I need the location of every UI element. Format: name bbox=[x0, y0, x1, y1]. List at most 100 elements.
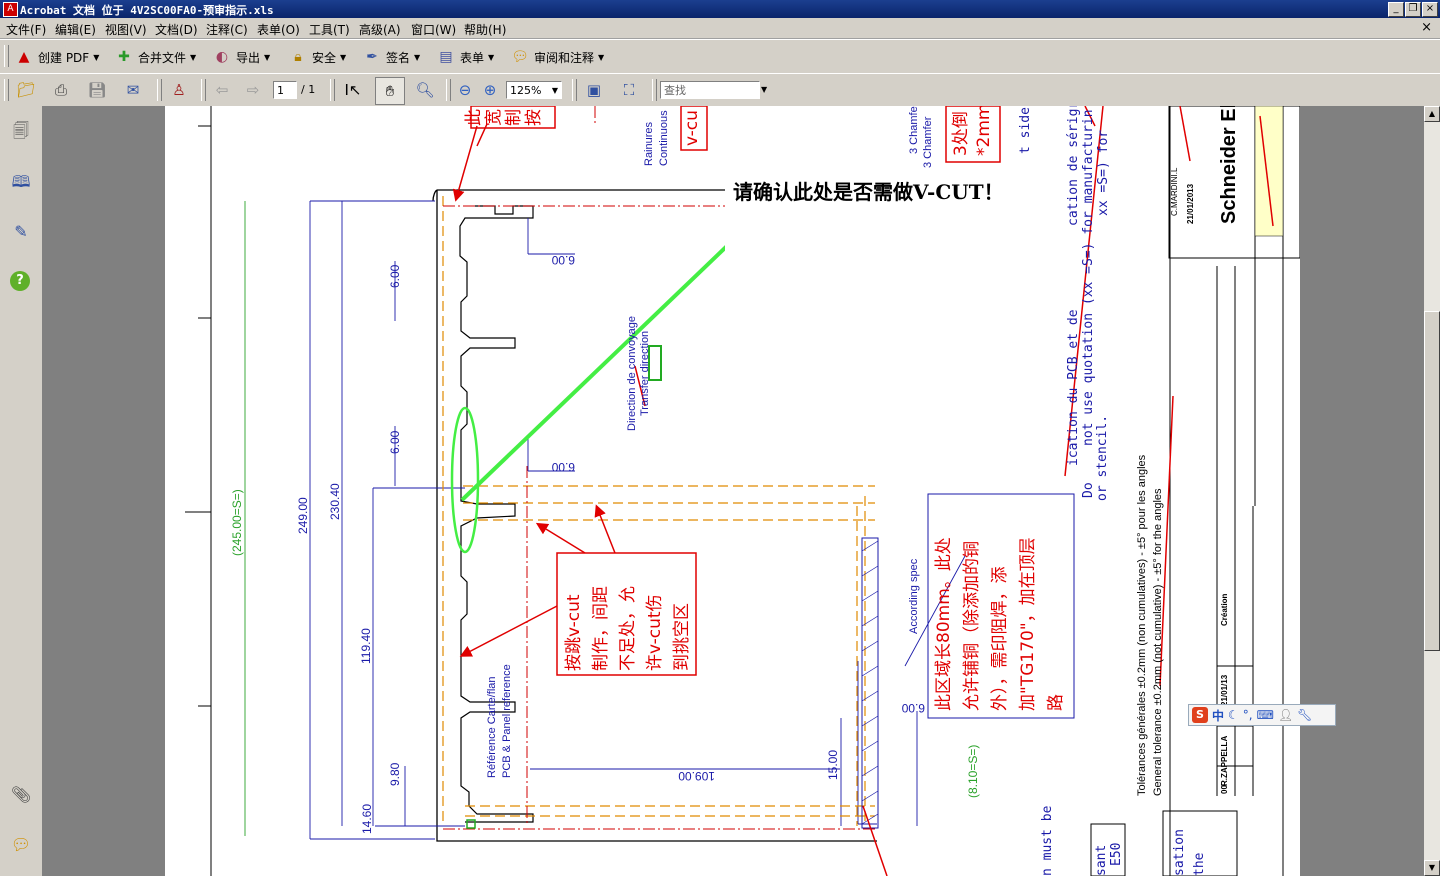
page-total: / 1 bbox=[301, 83, 316, 96]
combine-files-button[interactable]: ✚ 合并文件 ▼ bbox=[114, 47, 196, 67]
page-number-input[interactable]: 1 bbox=[273, 81, 297, 99]
label-ref-carte: Référence Carte/flan bbox=[486, 677, 498, 779]
close-window-button[interactable]: × bbox=[1422, 2, 1438, 17]
search-input[interactable]: 查找 bbox=[660, 81, 760, 99]
export-icon: ◐ bbox=[215, 49, 229, 65]
save-icon[interactable]: 💾︎ bbox=[86, 79, 108, 101]
bookmarks-icon[interactable]: 🕮︎ bbox=[10, 171, 32, 193]
properties-icon[interactable]: ♙ bbox=[168, 79, 190, 101]
menu-help[interactable]: 帮助(H) bbox=[464, 21, 506, 38]
title-block: Schneider Electric C.MARDINI.L 21/01/201… bbox=[1170, 106, 1240, 794]
callout-vcu: v-cu bbox=[682, 110, 702, 146]
window-title: Acrobat 文档 位于 4V2SC00FA0-预审指示.xls bbox=[20, 4, 274, 17]
menu-advanced[interactable]: 高级(A) bbox=[359, 21, 401, 38]
attachments-icon[interactable]: 📎︎ bbox=[10, 784, 32, 806]
user-icon[interactable]: 👤︎ bbox=[1278, 708, 1293, 722]
dim-600c: 6.00 bbox=[901, 701, 925, 715]
full-screen-icon[interactable]: ⛶ bbox=[618, 79, 640, 101]
menu-comments[interactable]: 注释(C) bbox=[206, 21, 248, 38]
wrench-icon[interactable]: 🔧︎ bbox=[1297, 708, 1312, 722]
menu-file[interactable]: 文件(F) bbox=[6, 21, 46, 38]
note-6: xx =S=) for bbox=[1096, 130, 1111, 216]
tb-rev-date: 21/01/13 bbox=[1220, 674, 1229, 706]
toolbar-grip[interactable] bbox=[4, 45, 9, 67]
lock-icon: 🔒︎ bbox=[294, 49, 302, 65]
scroll-down-button[interactable]: ▼ bbox=[1424, 860, 1440, 876]
note-5: cation de sérigrap bbox=[1066, 106, 1081, 226]
callout-top-left-4: 按 bbox=[524, 109, 544, 126]
zoom-marquee-icon[interactable]: 🔍︎ bbox=[414, 79, 436, 101]
security-button[interactable]: 🔒︎ 安全 ▼ bbox=[288, 47, 346, 67]
sign-button[interactable]: ✒︎ 签名 ▼ bbox=[362, 47, 420, 67]
callout-top-left-1: 此 bbox=[464, 109, 484, 126]
label-sant: sant bbox=[1094, 845, 1109, 876]
menu-window[interactable]: 窗口(W) bbox=[411, 21, 456, 38]
label-rainures: Rainures bbox=[643, 121, 655, 166]
minimize-button[interactable]: _ bbox=[1388, 2, 1404, 17]
open-folder-icon[interactable]: 📁︎ bbox=[15, 79, 37, 101]
menu-view[interactable]: 视图(V) bbox=[105, 21, 147, 38]
callout-copper-5: 路 bbox=[1046, 694, 1066, 711]
ime-language-toggle[interactable]: 中 bbox=[1212, 707, 1224, 724]
zoom-out-icon[interactable]: ⊖ bbox=[454, 79, 476, 101]
dim-249: 249.00 bbox=[296, 497, 310, 534]
close-document-icon[interactable]: × bbox=[1421, 20, 1432, 35]
search-dropdown-icon[interactable]: ▼ bbox=[761, 85, 767, 94]
callout-chamfer-1: 3处倒 bbox=[951, 111, 971, 156]
toolbar-separator bbox=[157, 79, 162, 101]
tolerance-2: General tolerance ±0.2mm (not cumulative… bbox=[1152, 488, 1164, 796]
select-text-icon[interactable]: I↖ bbox=[342, 79, 364, 101]
previous-page-icon[interactable]: ⇦ bbox=[211, 79, 233, 101]
maximize-button[interactable]: ❐ bbox=[1405, 2, 1421, 17]
label-sation: sation bbox=[1172, 829, 1187, 876]
pages-icon[interactable]: 🗐︎ bbox=[10, 120, 32, 142]
dim-109: 109.00 bbox=[678, 769, 715, 783]
punctuation-icon[interactable]: °, bbox=[1243, 708, 1253, 722]
keyboard-icon[interactable]: ⌨ bbox=[1257, 708, 1274, 722]
scroll-thumb[interactable] bbox=[1424, 311, 1440, 651]
label-side: t side bbox=[1018, 107, 1033, 154]
pen-icon: ✒︎ bbox=[366, 49, 378, 65]
toolbar-grip[interactable] bbox=[4, 79, 9, 101]
brand-logo: Schneider Electric bbox=[1218, 106, 1240, 224]
help-icon[interactable]: ? bbox=[10, 271, 30, 291]
tb-creation: Création bbox=[1220, 593, 1229, 626]
comments-icon[interactable]: 💬︎ bbox=[10, 834, 32, 856]
next-page-icon[interactable]: ⇨ bbox=[242, 79, 264, 101]
signatures-icon[interactable]: ✎ bbox=[10, 221, 32, 243]
toolbar-separator bbox=[446, 79, 451, 101]
note-3: or stencil. bbox=[1095, 415, 1110, 501]
print-icon[interactable]: ⎙ bbox=[50, 79, 72, 101]
note-4: Do bbox=[1081, 482, 1096, 498]
forms-button[interactable]: ▤ 表单 ▼ bbox=[436, 47, 494, 67]
form-icon: ▤ bbox=[439, 49, 453, 65]
moon-icon[interactable]: ☾ bbox=[1228, 708, 1239, 722]
export-button[interactable]: ◐ 导出 ▼ bbox=[212, 47, 270, 67]
menu-document[interactable]: 文档(D) bbox=[155, 21, 198, 38]
toolbar-separator bbox=[330, 79, 335, 101]
label-e50: E50 bbox=[1109, 843, 1124, 866]
callout-vcut-1: 按跳v-cut bbox=[564, 594, 584, 671]
fit-page-icon[interactable]: ▣ bbox=[583, 79, 605, 101]
zoom-in-icon[interactable]: ⊕ bbox=[479, 79, 501, 101]
dim-810: (8.10=S=) bbox=[966, 745, 980, 798]
ime-toolbar[interactable]: S 中 ☾ °, ⌨ 👤︎ 🔧︎ bbox=[1188, 704, 1336, 726]
label-according: According spec bbox=[908, 558, 920, 634]
email-icon[interactable]: ✉ bbox=[122, 79, 144, 101]
document-view[interactable]: 249.00 230.40 119.40 6.00 6.00 9.80 14.6… bbox=[43, 106, 1424, 876]
zoom-level-select[interactable]: 125% ▼ bbox=[506, 81, 562, 99]
callout-vcut-2: 制作，间距 bbox=[591, 586, 611, 671]
dim-600a: 6.00 bbox=[551, 253, 575, 267]
combine-files-icon: ✚ bbox=[118, 49, 130, 65]
menu-edit[interactable]: 编辑(E) bbox=[55, 21, 96, 38]
hand-tool-icon[interactable]: ✋︎ bbox=[375, 77, 405, 105]
review-comment-button[interactable]: 💬︎ 审阅和注释 ▼ bbox=[510, 47, 604, 67]
menu-forms[interactable]: 表单(O) bbox=[257, 21, 300, 38]
vertical-scrollbar[interactable]: ▲ ▼ bbox=[1424, 106, 1440, 876]
label-direction: Direction de convoyage bbox=[626, 316, 638, 431]
scroll-up-button[interactable]: ▲ bbox=[1424, 106, 1440, 122]
menu-tools[interactable]: 工具(T) bbox=[309, 21, 350, 38]
pdf-icon: A bbox=[3, 2, 18, 17]
create-pdf-button[interactable]: ▲ 创建 PDF ▼ bbox=[14, 47, 100, 67]
callout-top-text: 请确认此处是否需做V-CUT！ bbox=[733, 180, 1004, 204]
